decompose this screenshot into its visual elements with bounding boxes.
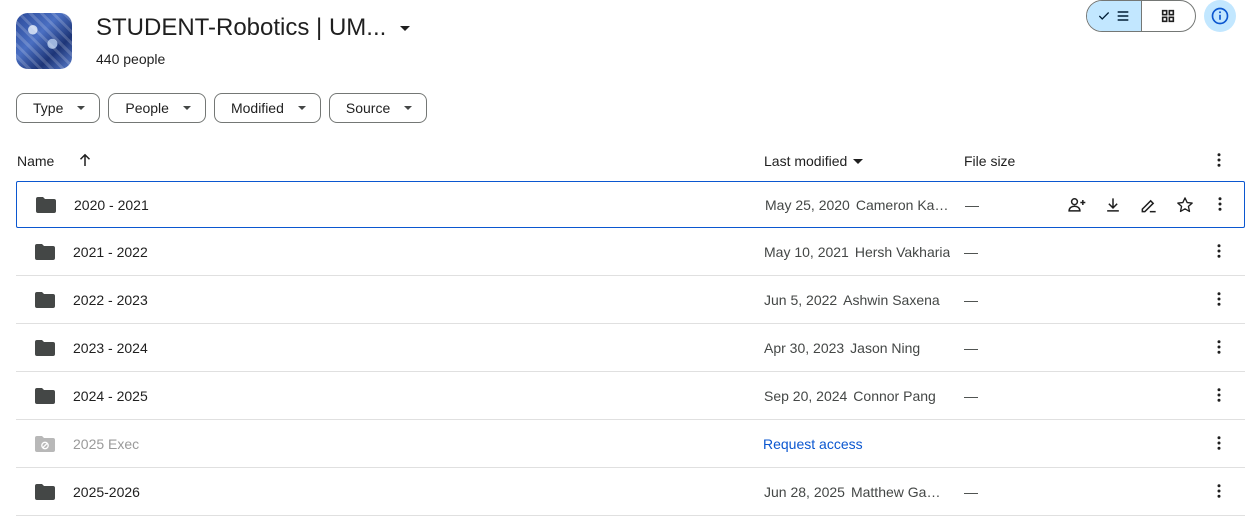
modified-by: Cameron Kabacinski — [855, 197, 954, 213]
folder-icon — [35, 292, 55, 308]
file-size: — — [964, 244, 978, 260]
file-name[interactable]: 2025-2026 — [73, 484, 140, 500]
last-modified: Apr 30, 2023 Jason Ning — [764, 340, 920, 356]
column-last-modified[interactable]: Last modified — [764, 153, 864, 169]
file-name: 2025 Exec — [73, 436, 140, 452]
filter-label: People — [125, 100, 169, 116]
download-icon[interactable] — [1103, 195, 1123, 215]
info-icon — [1211, 7, 1229, 25]
details-button[interactable] — [1204, 0, 1236, 32]
file-name[interactable]: 2024 - 2025 — [73, 388, 148, 404]
last-modified: Sep 20, 2024 Connor Pang — [764, 388, 936, 404]
file-size: — — [964, 484, 978, 500]
more-actions-icon[interactable] — [1210, 290, 1228, 308]
members-count[interactable]: 440 people — [96, 51, 165, 67]
more-actions-icon[interactable] — [1210, 482, 1228, 500]
list-view-button[interactable] — [1087, 1, 1142, 31]
view-toggle[interactable] — [1086, 0, 1196, 32]
folder-icon — [36, 197, 56, 213]
sort-arrow-up-icon[interactable] — [76, 151, 94, 169]
shared-drive-avatar — [16, 13, 72, 69]
drive-title[interactable]: STUDENT-Robotics | UM... — [96, 12, 411, 44]
last-modified: Jun 5, 2022 Ashwin Saxena — [764, 292, 940, 308]
sort-down-icon — [853, 158, 864, 164]
file-row[interactable]: 2023 - 2024 Apr 30, 2023 Jason Ning — — [16, 325, 1245, 372]
chevron-down-icon — [404, 106, 413, 110]
filter-label: Type — [33, 100, 64, 116]
filter-chips: Type People Modified Source — [16, 93, 428, 123]
file-size: — — [964, 388, 978, 404]
modified-by: Hersh Vakharia — [854, 244, 951, 260]
last-modified: May 25, 2020 Cameron Kabacinski — [765, 197, 954, 213]
drive-title-text: STUDENT-Robotics | UM... — [96, 14, 387, 41]
folder-icon — [35, 388, 55, 404]
modified-date: Sep 20, 2024 — [764, 388, 848, 404]
file-name[interactable]: 2021 - 2022 — [73, 244, 148, 260]
file-row[interactable]: 2022 - 2023 Jun 5, 2022 Ashwin Saxena — — [16, 277, 1245, 324]
file-name[interactable]: 2023 - 2024 — [73, 340, 148, 356]
more-actions-icon[interactable] — [1211, 195, 1229, 213]
column-last-modified-label: Last modified — [764, 153, 848, 169]
filter-people[interactable]: People — [108, 93, 206, 123]
chevron-down-icon — [297, 106, 306, 110]
filter-type[interactable]: Type — [16, 93, 101, 123]
modified-date: Apr 30, 2023 — [764, 340, 845, 356]
file-row[interactable]: 2024 - 2025 Sep 20, 2024 Connor Pang — — [16, 373, 1245, 420]
folder-icon — [35, 244, 55, 260]
chevron-down-icon[interactable] — [400, 25, 411, 31]
checkmark-icon — [1098, 12, 1109, 20]
filter-label: Source — [345, 100, 391, 116]
modified-by: Ashwin Saxena — [843, 292, 940, 308]
more-actions-icon[interactable] — [1210, 386, 1228, 404]
grid-view-button[interactable] — [1142, 1, 1196, 31]
last-modified: May 10, 2021 Hersh Vakharia — [764, 244, 950, 260]
star-icon[interactable] — [1175, 195, 1195, 215]
file-size: — — [964, 292, 978, 308]
file-name[interactable]: 2022 - 2023 — [73, 292, 148, 308]
filter-label: Modified — [230, 100, 284, 116]
share-icon[interactable] — [1067, 195, 1087, 215]
grid-icon — [1162, 9, 1175, 23]
file-size: — — [964, 340, 978, 356]
file-size: — — [965, 197, 979, 213]
file-name[interactable]: 2020 - 2021 — [74, 197, 149, 213]
file-row[interactable]: 2025 Exec Request access — [16, 421, 1245, 468]
chevron-down-icon — [182, 106, 191, 110]
modified-date: Jun 28, 2025 — [764, 484, 845, 500]
list-icon — [1117, 11, 1129, 21]
more-actions-icon[interactable] — [1210, 338, 1228, 356]
filter-modified[interactable]: Modified — [213, 93, 321, 123]
folder-icon — [35, 484, 55, 500]
modified-by: Connor Pang — [853, 388, 936, 404]
folder-icon — [35, 340, 55, 356]
modified-by: Jason Ning — [850, 340, 921, 356]
filter-source[interactable]: Source — [328, 93, 428, 123]
restricted-folder-icon — [35, 436, 55, 452]
more-actions-icon[interactable] — [1210, 434, 1228, 452]
chevron-down-icon — [77, 106, 86, 110]
last-modified: Jun 28, 2025 Matthew Gawarecki — [764, 484, 949, 500]
column-file-size[interactable]: File size — [964, 153, 1015, 169]
column-options-icon[interactable] — [1210, 151, 1228, 169]
file-row[interactable]: 2025-2026 Jun 28, 2025Matthew Gawarecki … — [16, 469, 1245, 516]
file-row[interactable]: 2021 - 2022 May 10, 2021 Hersh Vakharia — — [16, 229, 1245, 276]
row-actions — [1067, 195, 1195, 215]
file-row[interactable]: 2020 - 2021 May 25, 2020 Cameron Kabacins… — [16, 181, 1245, 228]
modified-by: Matthew Gawarecki — [850, 484, 949, 500]
modified-date: May 10, 2021 — [764, 244, 849, 260]
rename-icon[interactable] — [1139, 195, 1159, 215]
modified-date: Jun 5, 2022 — [764, 292, 838, 308]
modified-date: May 25, 2020 — [765, 197, 850, 213]
more-actions-icon[interactable] — [1210, 242, 1228, 260]
column-header: Name Last modified File size — [0, 145, 1248, 177]
request-access-link[interactable]: Request access — [763, 436, 863, 452]
column-name[interactable]: Name — [17, 153, 54, 169]
